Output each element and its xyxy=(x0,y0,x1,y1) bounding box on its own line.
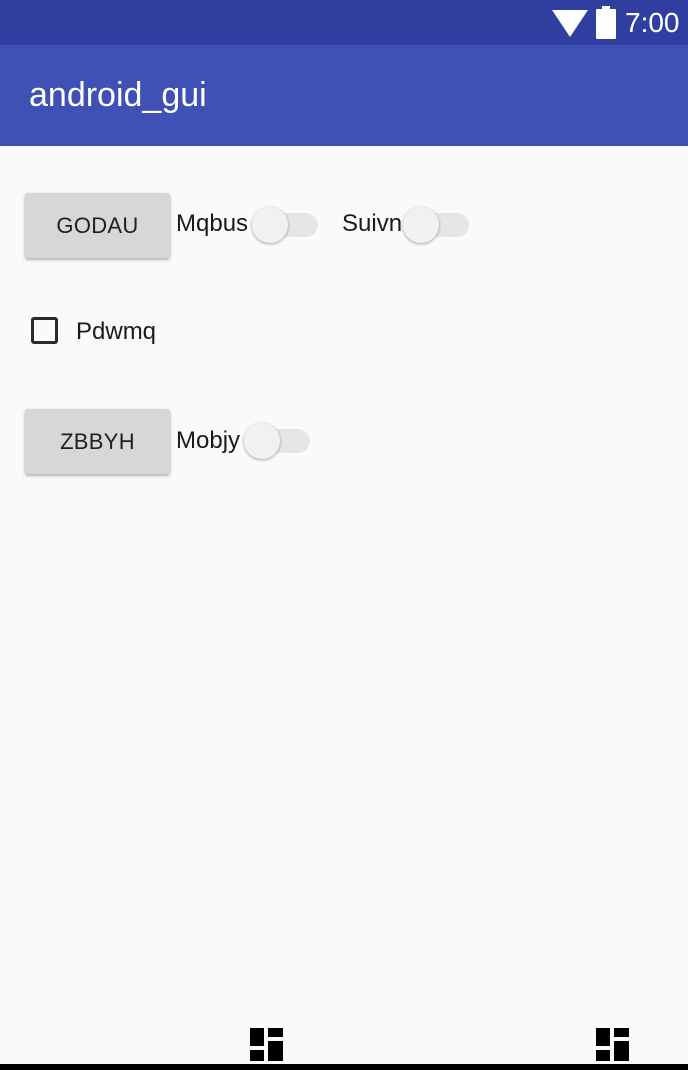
mobjy-switch[interactable] xyxy=(244,421,314,461)
battery-icon xyxy=(596,6,616,39)
godau-button[interactable]: GODAU xyxy=(25,193,170,258)
status-bar: 7:00 xyxy=(0,0,688,45)
suivn-switch-label: Suivn xyxy=(342,210,403,237)
zbbyh-button[interactable]: ZBBYH xyxy=(25,409,170,474)
switch-thumb[interactable] xyxy=(403,207,439,243)
dashboard-icon[interactable] xyxy=(250,1028,283,1061)
app-bar: android_gui xyxy=(0,45,688,146)
pdwmq-checkbox-label[interactable]: Pdwmq xyxy=(76,317,156,347)
mobjy-switch-label: Mobjy xyxy=(176,427,241,454)
wifi-icon xyxy=(552,10,588,37)
dashboard-icon[interactable] xyxy=(596,1028,629,1061)
pdwmq-checkbox[interactable] xyxy=(31,317,58,344)
mqbus-switch[interactable] xyxy=(252,205,322,245)
switch-thumb[interactable] xyxy=(244,423,280,459)
app-title: android_gui xyxy=(29,76,207,114)
suivn-switch[interactable] xyxy=(403,205,473,245)
switch-thumb[interactable] xyxy=(252,207,288,243)
status-time: 7:00 xyxy=(625,7,680,38)
mqbus-switch-label: Mqbus xyxy=(176,210,249,237)
bottom-bar-edge xyxy=(0,1064,688,1070)
